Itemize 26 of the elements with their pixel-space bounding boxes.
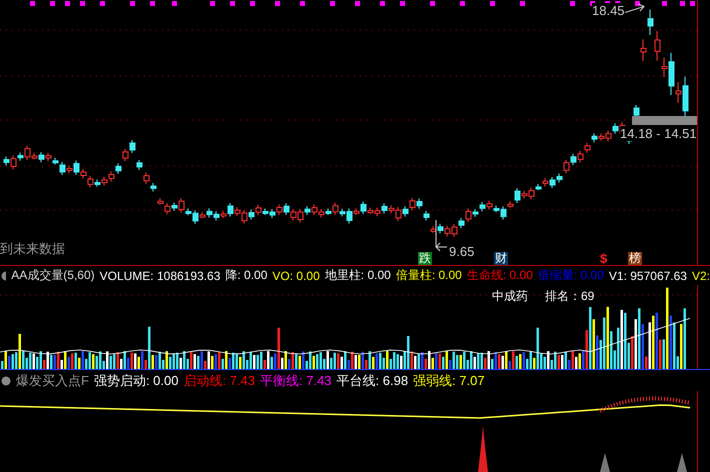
indicator-value: 倍量柱: 0.00: [396, 267, 462, 284]
indicator-value: 强势启动: 0.00: [94, 372, 178, 390]
indicator-value: V1: 957067.63: [608, 268, 687, 282]
indicator-value: 平台线: 6.98: [336, 372, 408, 390]
sector-label: 中成药: [492, 288, 528, 305]
indicator-value: 强弱线: 7.07: [413, 372, 485, 390]
indicator-value: VO: 0.00: [272, 268, 320, 282]
indicator-value: V2:: [692, 268, 710, 282]
high-price-label: 18.45: [592, 3, 625, 18]
indicator-value: 地里柱: 0.00: [324, 267, 391, 284]
price-range-label: 14.18 - 14.51: [620, 126, 697, 141]
indicator-value: 生命线: 0.00: [466, 267, 533, 284]
low-price-label: 9.65: [449, 244, 474, 259]
indicator-value: VOLUME: 1086193.63: [100, 268, 220, 282]
future-data-label: 到未来数据: [0, 240, 65, 258]
event-marker[interactable]: $: [600, 251, 608, 266]
event-marker[interactable]: 财: [494, 252, 508, 265]
event-marker[interactable]: 跌: [418, 252, 432, 265]
indicator-title: AA成交量(5,60): [11, 267, 95, 284]
indicator-title: 爆发买入点F: [16, 372, 89, 390]
event-marker[interactable]: 榜: [628, 252, 642, 265]
indicator-value: 降: 0.00: [225, 267, 268, 284]
indicator-value: 启动线: 7.43: [183, 372, 256, 390]
indicator-value: 倍缩量: 0.00: [538, 267, 604, 284]
rank-label: 排名：69: [545, 288, 594, 305]
indicator-value: 平衡线: 7.43: [260, 372, 332, 390]
